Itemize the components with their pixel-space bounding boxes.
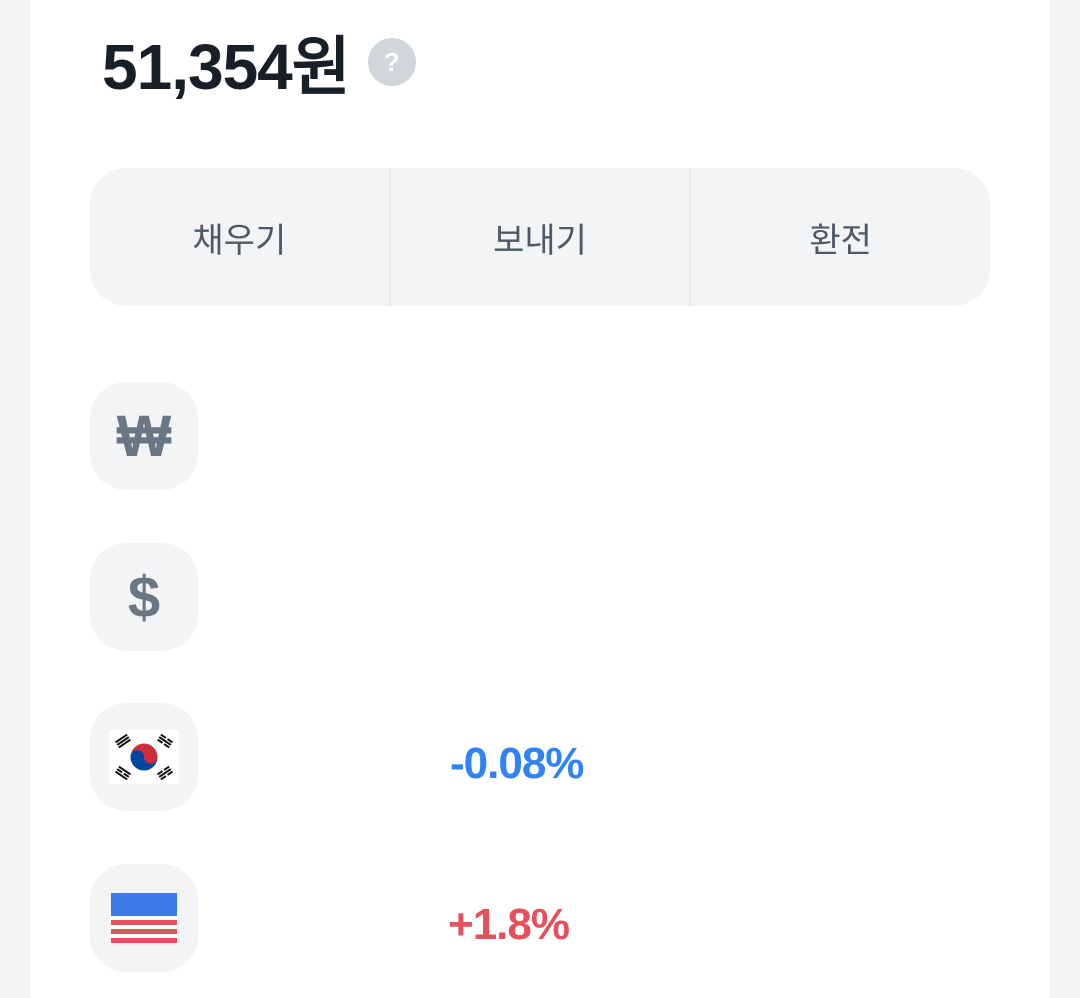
balance-row: 51,354원 ?: [102, 22, 416, 103]
korea-flag-icon: [90, 703, 198, 811]
won-icon: ₩: [90, 382, 198, 490]
dollar-glyph: $: [127, 564, 161, 630]
send-button[interactable]: 보내기: [391, 168, 690, 306]
dollar-icon: $: [90, 543, 198, 651]
korea-flag: [109, 730, 179, 784]
help-icon[interactable]: ?: [367, 38, 416, 86]
asset-row-korea[interactable]: -0.08%: [90, 703, 990, 811]
us-flag-icon: [90, 864, 198, 972]
change-percent: +1.8%: [448, 900, 570, 949]
asset-row-usd[interactable]: $: [90, 543, 990, 651]
us-flag: [111, 893, 177, 943]
exchange-button[interactable]: 환전: [691, 168, 990, 306]
wallet-card: 51,354원 ? 채우기 보내기 환전 ₩ $ -0.08% +1.8%: [30, 0, 1050, 998]
won-glyph: ₩: [116, 403, 172, 469]
charge-button[interactable]: 채우기: [90, 168, 389, 306]
asset-row-krw[interactable]: ₩: [90, 382, 990, 490]
change-percent: -0.08%: [450, 739, 584, 788]
asset-row-us[interactable]: +1.8%: [90, 864, 990, 972]
balance-amount: 51,354원: [102, 31, 351, 103]
action-bar: 채우기 보내기 환전: [90, 168, 990, 306]
